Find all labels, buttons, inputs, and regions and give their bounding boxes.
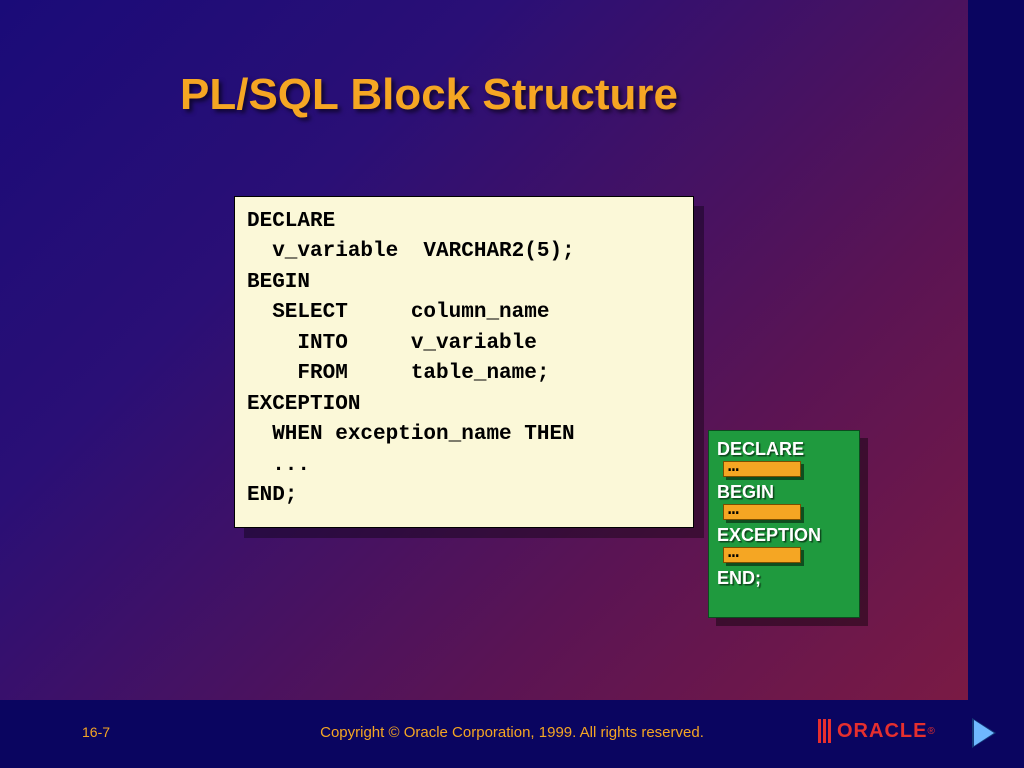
slide-stage: PL/SQL Block Structure DECLARE v_variabl… <box>0 0 1024 768</box>
code-box: DECLARE v_variable VARCHAR2(5); BEGIN SE… <box>234 196 694 528</box>
mini-kw-end: END; <box>717 568 851 589</box>
oracle-logo-text: ORACLE <box>837 720 927 743</box>
slide-title: PL/SQL Block Structure <box>180 70 678 120</box>
oracle-logo: ORACLE® <box>818 716 935 746</box>
mini-bar: … <box>723 461 851 479</box>
mini-bar: … <box>723 504 851 522</box>
mini-bar: … <box>723 547 851 565</box>
next-slide-button[interactable] <box>974 720 994 746</box>
mini-structure-box: DECLARE … BEGIN … EXCEPTION … END; <box>708 430 860 618</box>
slide-body: PL/SQL Block Structure DECLARE v_variabl… <box>0 0 968 700</box>
registered-icon: ® <box>927 726 934 737</box>
